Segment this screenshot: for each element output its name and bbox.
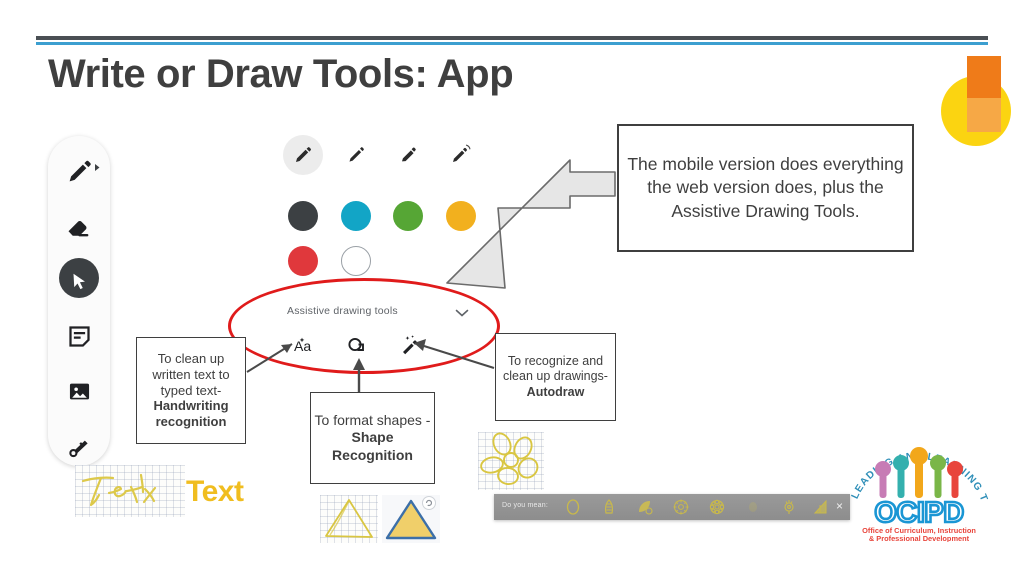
- page-title: Write or Draw Tools: App: [48, 52, 514, 96]
- note-handwriting-recognition: To clean up written text to typed text- …: [136, 337, 246, 444]
- pen-option-marker[interactable]: [334, 133, 378, 177]
- close-icon[interactable]: ×: [836, 500, 843, 512]
- color-palette-row-2: [281, 246, 496, 280]
- note-handwriting-lead: To clean up written text to typed text-: [152, 350, 230, 398]
- header-divider-blue: [36, 42, 988, 45]
- toolbar-item-image[interactable]: [48, 364, 110, 419]
- laser-pointer-icon: [65, 433, 93, 461]
- note-shape-recognition: To format shapes - Shape Recognition: [310, 392, 435, 484]
- logo-tagline-2: & Professional Development: [869, 534, 970, 542]
- pen-icon: [64, 157, 94, 187]
- pen-option-pen[interactable]: [281, 133, 325, 177]
- suggestion-pinecone[interactable]: [598, 497, 620, 517]
- color-swatch-red[interactable]: [288, 246, 318, 276]
- callout-text: The mobile version does everything the w…: [627, 154, 904, 221]
- handwritten-text-ink: [81, 473, 157, 507]
- header-divider: [36, 36, 988, 46]
- suggestion-bud[interactable]: [778, 497, 800, 517]
- demo-hand-drawn-flower: [478, 432, 544, 490]
- toolbar-item-sticky-note[interactable]: [48, 309, 110, 364]
- suggestion-bar-label: Do you mean:: [502, 502, 548, 509]
- pen-option-highlighter[interactable]: [386, 133, 430, 177]
- highlighter-icon: [402, 147, 416, 162]
- red-highlight-ellipse: [228, 278, 500, 374]
- color-palette-row-1: [281, 194, 496, 238]
- decor-orange-rect: [967, 56, 1001, 98]
- ocipd-logo: LEADING AND LEARNING TOGETHER OCIPD Offi…: [840, 426, 993, 543]
- demo-rough-triangle: [320, 495, 378, 543]
- flower-sketch-ink: [480, 432, 539, 486]
- suggestion-oval[interactable]: [562, 497, 584, 517]
- note-shape-lead: To format shapes -: [314, 412, 431, 429]
- rough-triangle-ink: [325, 499, 373, 538]
- typed-text-value: Text: [186, 475, 244, 508]
- marker-icon: [349, 147, 364, 162]
- color-swatch-yellow[interactable]: [446, 201, 476, 231]
- color-swatch-black[interactable]: [281, 194, 325, 238]
- clean-triangle-shape: [382, 495, 440, 543]
- note-shape-bold: Shape Recognition: [332, 429, 413, 463]
- demo-typed-text: Text: [180, 470, 290, 514]
- color-swatch-green[interactable]: [393, 201, 423, 231]
- sticky-note-icon: [66, 323, 93, 350]
- decor-light-orange-rect: [967, 98, 1001, 132]
- cursor-arrow-icon: [68, 271, 90, 293]
- suggestion-blossom[interactable]: [706, 497, 728, 517]
- logo-figures: [875, 447, 963, 498]
- suggestion-leaf[interactable]: [634, 497, 656, 517]
- suggestion-faint[interactable]: [742, 497, 764, 517]
- rotate-handle-icon: [422, 496, 436, 510]
- note-handwriting-bold: Handwriting recognition: [153, 398, 229, 430]
- toolbar-item-select[interactable]: [48, 254, 110, 309]
- demo-handwritten-text: [75, 465, 185, 517]
- thin-pen-icon: [453, 144, 471, 162]
- image-icon: [66, 378, 93, 405]
- note-autodraw-lead: To recognize and clean up drawings-: [503, 354, 608, 384]
- demo-clean-triangle: [382, 495, 440, 543]
- color-swatch-cyan[interactable]: [341, 201, 371, 231]
- drawing-toolbar: [48, 136, 110, 466]
- pen-option-thin-pen[interactable]: [439, 133, 483, 177]
- pen-style-row: [281, 133, 496, 177]
- suggestion-petal[interactable]: [810, 497, 832, 517]
- autodraw-suggestion-bar: Do you mean: ×: [494, 494, 850, 520]
- logo-wordmark: OCIPD: [874, 497, 963, 529]
- toolbar-item-pen[interactable]: [48, 144, 110, 199]
- callout-box: The mobile version does everything the w…: [617, 124, 914, 252]
- note-autodraw-bold: Autodraw: [526, 384, 585, 399]
- color-swatch-white[interactable]: [341, 246, 371, 276]
- pen-icon: [296, 147, 311, 162]
- header-divider-dark: [36, 36, 988, 40]
- note-autodraw: To recognize and clean up drawings- Auto…: [495, 333, 616, 421]
- slide-canvas: Write or Draw Tools: App Assistive drawi…: [0, 0, 1024, 576]
- eraser-icon: [64, 212, 94, 242]
- toolbar-item-eraser[interactable]: [48, 199, 110, 254]
- pen-expand-caret-icon[interactable]: [94, 163, 101, 172]
- suggestion-flower[interactable]: [670, 497, 692, 517]
